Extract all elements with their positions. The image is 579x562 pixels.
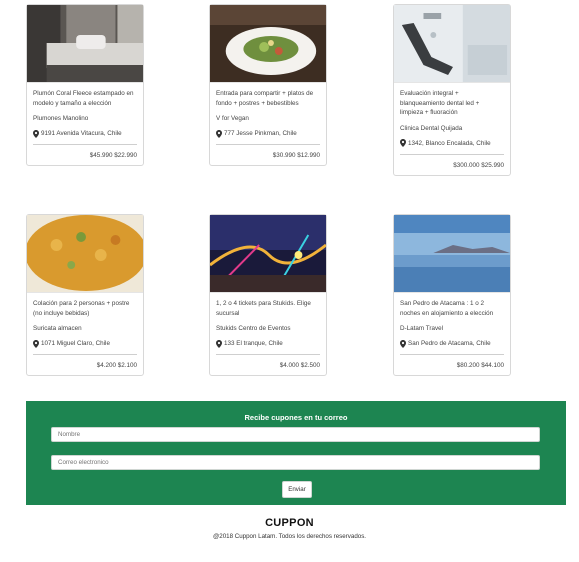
deal-price: $80.200 $44.100 — [456, 362, 504, 369]
deal-card[interactable]: San Pedro de Atacama : 1 o 2 noches en a… — [393, 214, 511, 376]
deal-location: 1342, Blanco Encalada, Chile — [400, 139, 504, 148]
deal-location-text: 133 El tranque, Chile — [224, 340, 283, 347]
deal-location: 1071 Miguel Claro, Chile — [33, 339, 137, 348]
email-input[interactable] — [51, 455, 540, 470]
map-marker-icon — [400, 339, 406, 348]
deal-merchant: Stukids Centro de Eventos — [216, 325, 291, 332]
deal-merchant: V for Vegan — [216, 115, 249, 122]
deal-card[interactable]: 1, 2 o 4 tickets para Stukids. Elige suc… — [209, 214, 327, 376]
deal-price: $45.990 $22.990 — [89, 152, 137, 159]
deal-image-fairground[interactable] — [210, 215, 326, 293]
divider — [33, 354, 137, 355]
map-marker-icon — [400, 139, 406, 147]
deal-price: $300.000 $25.990 — [453, 161, 504, 169]
deal-location-text: 1342, Blanco Encalada, Chile — [408, 139, 491, 147]
deal-price: $30.990 $12.990 — [272, 152, 320, 159]
deal-title[interactable]: San Pedro de Atacama : 1 o 2 noches en a… — [400, 299, 504, 318]
divider — [216, 354, 320, 355]
deal-card[interactable]: Entrada para compartir + platos de fondo… — [209, 4, 327, 166]
deal-card[interactable]: Evaluación integral + blanqueamiento den… — [393, 4, 511, 176]
deal-image-salad[interactable] — [210, 5, 326, 83]
divider — [400, 354, 504, 355]
deal-location: 133 El tranque, Chile — [216, 339, 320, 348]
deal-location-text: San Pedro de Atacama, Chile — [408, 340, 491, 347]
deal-price: $4.000 $2.500 — [279, 362, 320, 369]
deal-location-text: 777 Jesse Pinkman, Chile — [224, 130, 297, 137]
footer-copyright: @2018 Cuppon Latam. Todos los derechos r… — [212, 533, 367, 540]
newsletter-title: Recibe cupones en tu correo — [244, 413, 348, 422]
deal-image-dental-clinic[interactable] — [394, 5, 510, 83]
deal-merchant: Clinica Dental Quijada — [400, 124, 463, 132]
map-marker-icon — [216, 129, 222, 138]
deal-location: 9191 Avenida Vitacura, Chile — [33, 129, 137, 138]
deal-card[interactable]: Plumón Coral Fleece estampado en modelo … — [26, 4, 144, 166]
deal-image-stew[interactable] — [27, 215, 143, 293]
deal-title[interactable]: 1, 2 o 4 tickets para Stukids. Elige suc… — [216, 299, 320, 318]
deal-image-salt-flat[interactable] — [394, 215, 510, 293]
divider — [400, 153, 504, 155]
name-input[interactable] — [51, 427, 540, 442]
deal-location-text: 1071 Miguel Claro, Chile — [41, 340, 110, 347]
deal-title[interactable]: Evaluación integral + blanqueamiento den… — [400, 89, 504, 118]
deal-location: San Pedro de Atacama, Chile — [400, 339, 504, 348]
deal-price: $4.200 $2.100 — [96, 362, 137, 369]
footer-brand-logo: CUPPON — [265, 517, 314, 529]
divider — [33, 144, 137, 145]
deal-title[interactable]: Plumón Coral Fleece estampado en modelo … — [33, 89, 137, 108]
map-marker-icon — [216, 339, 222, 348]
deal-merchant: Suricata almacen — [33, 325, 82, 332]
map-marker-icon — [33, 129, 39, 138]
deal-location: 777 Jesse Pinkman, Chile — [216, 129, 320, 138]
newsletter-section: Recibe cupones en tu correo Enviar — [26, 401, 566, 505]
deal-merchant: D-Latam Travel — [400, 325, 444, 332]
deal-card[interactable]: Colación para 2 personas + postre (no in… — [26, 214, 144, 376]
deal-location-text: 9191 Avenida Vitacura, Chile — [41, 130, 122, 137]
map-marker-icon — [33, 339, 39, 348]
submit-button[interactable]: Enviar — [282, 481, 312, 498]
deal-title[interactable]: Entrada para compartir + platos de fondo… — [216, 89, 320, 108]
deal-image-bedroom[interactable] — [27, 5, 143, 83]
deal-merchant: Plumones Manolino — [33, 115, 89, 122]
divider — [216, 144, 320, 145]
deal-title[interactable]: Colación para 2 personas + postre (no in… — [33, 299, 137, 318]
